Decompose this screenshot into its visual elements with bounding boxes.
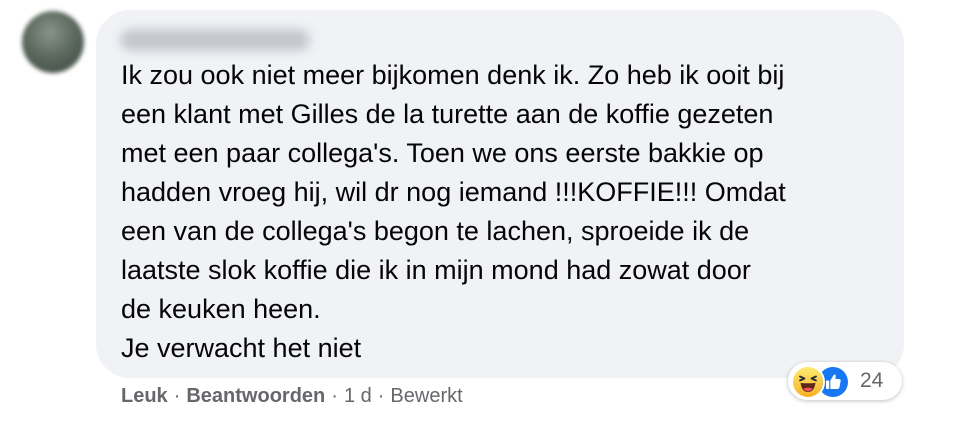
- comment-timestamp[interactable]: 1 d: [344, 383, 372, 409]
- reply-link[interactable]: Beantwoorden: [186, 383, 325, 409]
- like-link[interactable]: Leuk: [121, 383, 168, 409]
- author-name-blurred[interactable]: [120, 29, 310, 51]
- separator: ·: [331, 385, 338, 407]
- avatar[interactable]: [22, 11, 84, 73]
- separator: ·: [173, 385, 181, 407]
- comment-actions: Leuk · Beantwoorden · 1 d · Bewerkt: [121, 383, 463, 409]
- reaction-summary[interactable]: 24: [788, 362, 902, 400]
- edited-label[interactable]: Bewerkt: [390, 383, 462, 409]
- separator: ·: [377, 385, 385, 407]
- haha-icon: [791, 365, 825, 399]
- reaction-count: 24: [860, 369, 884, 392]
- comment-text: Ik zou ook niet meer bijkomen denk ik. Z…: [121, 60, 786, 363]
